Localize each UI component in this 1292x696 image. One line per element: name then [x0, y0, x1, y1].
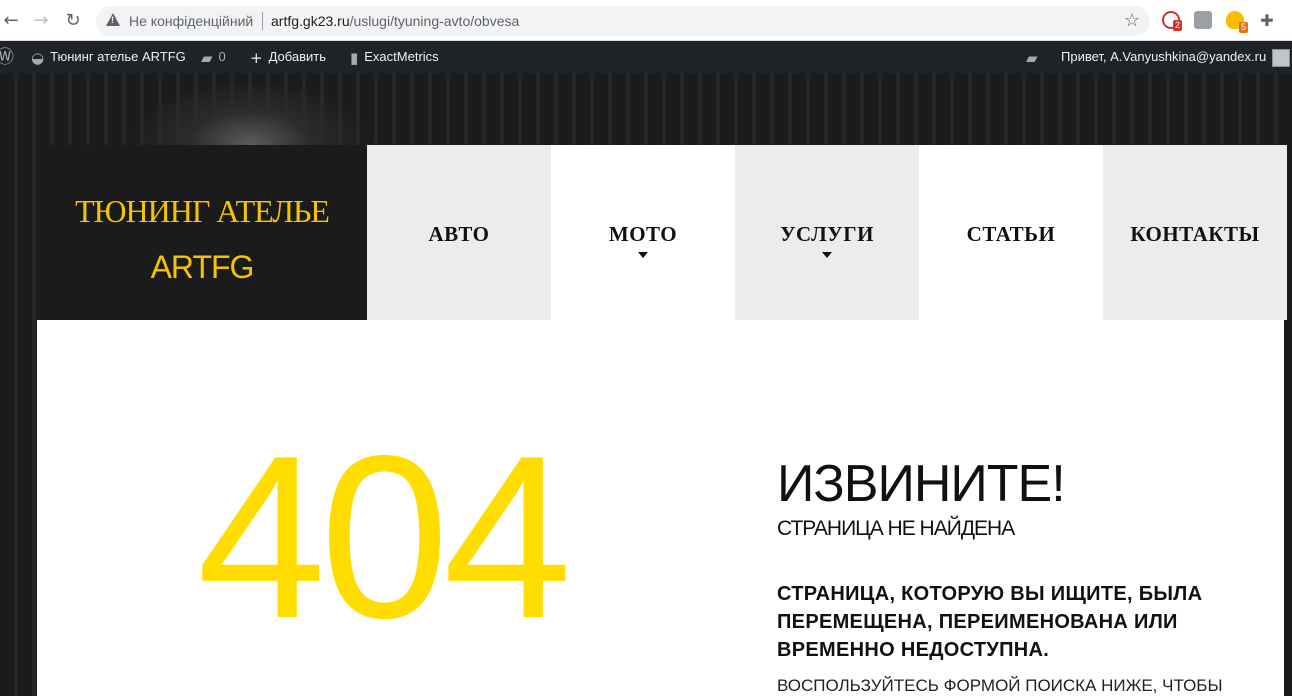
notification-icon[interactable]: ▰	[1026, 41, 1044, 73]
reload-icon[interactable]: ↻	[62, 10, 84, 32]
menu-label: АВТО	[428, 222, 490, 246]
menu-label: КОНТАКТЫ	[1130, 222, 1260, 246]
error-message: СТРАНИЦА, КОТОРУЮ ВЫ ИЩИТЕ, БЫЛА ПЕРЕМЕЩ…	[777, 583, 1203, 661]
caret-down-icon	[638, 252, 648, 258]
wordpress-logo-icon[interactable]: Ⓦ	[0, 41, 20, 73]
user-account-link[interactable]: Привет, A.Vanyushkina@yandex.ru	[1061, 41, 1291, 73]
greeting: Привет, A.Vanyushkina@yandex.ru	[1061, 49, 1267, 64]
warning-icon[interactable]	[106, 13, 120, 26]
site-header: ТЮНИНГ АТЕЛЬЕ ARTFG АВТО МОТО УСЛУГИ СТА…	[37, 145, 1287, 320]
ext-badge: 5	[1238, 22, 1248, 33]
address-bar[interactable]: Не конфіденційний artfg.gk23.ru/uslugi/t…	[96, 6, 1150, 36]
site-name: Тюнинг ателье ARTFG	[50, 49, 186, 64]
forward-icon[interactable]: →	[30, 10, 52, 32]
add-new-link[interactable]: + Добавить	[250, 41, 326, 73]
comments-count: 0	[218, 49, 226, 64]
avatar	[1272, 48, 1291, 67]
url-text[interactable]: artfg.gk23.ru/uslugi/tyuning-avto/obvesa	[271, 13, 519, 29]
back-icon[interactable]: ←	[0, 10, 22, 32]
menu-item-uslugi[interactable]: УСЛУГИ	[735, 145, 919, 320]
menu-item-moto[interactable]: МОТО	[551, 145, 735, 320]
dashboard-icon: ◒	[31, 48, 45, 67]
ext-red-icon[interactable]: 2	[1162, 11, 1182, 31]
omnibox-divider	[262, 12, 263, 30]
menu-item-kontakty[interactable]: КОНТАКТЫ	[1103, 145, 1287, 320]
ext-bulb-icon[interactable]: 5	[1226, 11, 1248, 33]
menu-item-avto[interactable]: АВТО	[367, 145, 551, 320]
site-name-link[interactable]: ◒ Тюнинг ателье ARTFG	[31, 41, 186, 73]
bar-chart-icon: ▮	[350, 48, 359, 67]
add-label: Добавить	[268, 49, 327, 64]
menu-label: УСЛУГИ	[780, 222, 874, 246]
plus-icon: +	[250, 48, 263, 67]
ext-gray-icon[interactable]	[1194, 11, 1212, 29]
caret-down-icon	[822, 252, 832, 258]
site-logo[interactable]: ТЮНИНГ АТЕЛЬЕ ARTFG	[37, 145, 367, 320]
bookmark-star-icon[interactable]: ☆	[1124, 10, 1140, 31]
exactmetrics-link[interactable]: ▮ ExactMetrics	[350, 41, 439, 73]
menu-label: МОТО	[608, 222, 678, 246]
logo-line-2: ARTFG	[150, 249, 255, 285]
ext-badge: 2	[1172, 20, 1182, 31]
url-host: artfg.gk23.ru	[271, 13, 350, 29]
wp-admin-bar: Ⓦ ◒ Тюнинг ателье ARTFG ▰ 0 + Добавить ▮ Exa…	[0, 41, 1292, 73]
error-content: 404 ИЗВИНИТЕ! СТРАНИЦА НЕ НАЙДЕНА СТРАНИ…	[37, 320, 1284, 696]
error-title: ИЗВИНИТЕ!	[777, 455, 1066, 513]
url-path: /uslugi/tyuning-avto/obvesa	[349, 13, 520, 29]
metrics-label: ExactMetrics	[364, 49, 439, 64]
browser-toolbar: ← → ↻ Не конфіденційний artfg.gk23.ru/us…	[0, 0, 1292, 41]
comments-link[interactable]: ▰ 0	[201, 41, 226, 73]
error-subtitle: СТРАНИЦА НЕ НАЙДЕНА	[777, 517, 1015, 540]
logo-line-1: ТЮНИНГ АТЕЛЬЕ	[75, 193, 330, 229]
menu-label: СТАТЬИ	[966, 222, 1056, 246]
puzzle-icon[interactable]: ✚	[1256, 10, 1278, 32]
comment-icon: ▰	[201, 48, 213, 67]
menu-item-stati[interactable]: СТАТЬИ	[919, 145, 1103, 320]
error-hint: ВОСПОЛЬЗУЙТЕСЬ ФОРМОЙ ПОИСКА НИЖЕ, ЧТОБЫ	[777, 676, 1223, 695]
error-code: 404	[197, 408, 572, 667]
security-label[interactable]: Не конфіденційний	[129, 13, 253, 29]
